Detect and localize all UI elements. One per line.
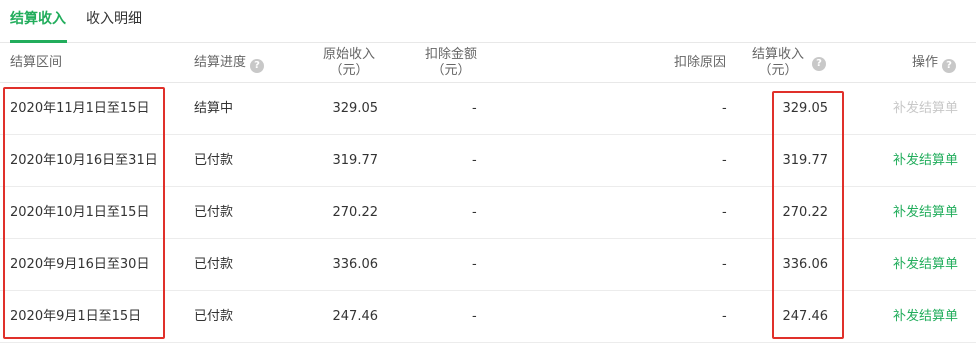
cell-settled-income: 336.06 (782, 257, 829, 272)
cell-original-income: 336.06 (332, 257, 379, 272)
header-settled-income-unit: （元） (758, 63, 798, 78)
cell-original-income: 247.46 (332, 309, 379, 324)
reissue-statement-button[interactable]: 补发结算单 (893, 153, 958, 169)
question-circle-icon[interactable]: ? (812, 57, 826, 71)
header-original-income-label: 原始收入 (322, 47, 375, 62)
header-original-income-unit: （元） (329, 63, 369, 78)
cell-period: 2020年9月16日至30日 (10, 257, 150, 272)
reissue-statement-button[interactable]: 补发结算单 (893, 101, 958, 117)
cell-deduction-amount: - (472, 101, 477, 116)
table-row: 2020年9月16日至30日 已付款 336.06 - - 336.06 补发结… (0, 239, 976, 291)
cell-deduction-reason: - (722, 205, 727, 220)
cell-settled-income: 329.05 (782, 101, 829, 116)
cell-period: 2020年9月1日至15日 (10, 309, 142, 324)
cell-deduction-reason: - (722, 257, 727, 272)
cell-progress: 已付款 (194, 309, 234, 324)
cell-progress: 结算中 (194, 101, 234, 116)
cell-deduction-amount: - (472, 205, 477, 220)
reissue-statement-button[interactable]: 补发结算单 (893, 257, 958, 273)
header-deduction-amount: 扣除金额 （元） (420, 47, 482, 79)
cell-original-income: 329.05 (332, 101, 379, 116)
cell-original-income: 319.77 (332, 153, 379, 168)
header-deduction-amount-unit: （元） (431, 63, 471, 78)
cell-deduction-reason: - (722, 153, 727, 168)
table-row: 2020年10月1日至15日 已付款 270.22 - - 270.22 补发结… (0, 187, 976, 239)
cell-progress: 已付款 (194, 205, 234, 220)
table-row: 2020年11月1日至15日 结算中 329.05 - - 329.05 补发结… (0, 83, 976, 135)
table-header: 结算区间 结算进度? 原始收入 （元） 扣除金额 （元） 扣除原因 结算收入 （… (0, 43, 976, 83)
cell-deduction-amount: - (472, 257, 477, 272)
header-operation-label: 操作 (912, 55, 939, 70)
tab-income-details[interactable]: 收入明细 (86, 10, 142, 28)
header-settled-income-label: 结算收入 (751, 47, 804, 62)
cell-deduction-amount: - (472, 153, 477, 168)
cell-original-income: 270.22 (332, 205, 379, 220)
cell-progress: 已付款 (194, 153, 234, 168)
cell-period: 2020年11月1日至15日 (10, 101, 150, 116)
header-deduction-reason: 扣除原因 (674, 55, 727, 70)
reissue-statement-button[interactable]: 补发结算单 (893, 309, 958, 325)
reissue-statement-button[interactable]: 补发结算单 (893, 205, 958, 221)
cell-settled-income: 270.22 (782, 205, 829, 220)
header-period: 结算区间 (10, 55, 63, 70)
question-circle-icon[interactable]: ? (250, 59, 265, 73)
tab-bar: 结算收入 收入明细 (0, 0, 976, 43)
cell-deduction-amount: - (472, 309, 477, 324)
header-progress: 结算进度? (194, 55, 265, 73)
cell-period: 2020年10月1日至15日 (10, 205, 150, 220)
cell-deduction-reason: - (722, 101, 727, 116)
question-circle-icon[interactable]: ? (942, 59, 957, 73)
cell-settled-income: 247.46 (782, 309, 829, 324)
tab-settlement-income[interactable]: 结算收入 (10, 10, 66, 28)
table-row: 2020年10月16日至31日 已付款 319.77 - - 319.77 补发… (0, 135, 976, 187)
header-progress-label: 结算进度 (194, 55, 247, 70)
header-operation: 操作? (912, 55, 957, 73)
table-row: 2020年9月1日至15日 已付款 247.46 - - 247.46 补发结算… (0, 291, 976, 343)
cell-progress: 已付款 (194, 257, 234, 272)
header-original-income: 原始收入 （元） (318, 47, 380, 79)
cell-period: 2020年10月16日至31日 (10, 153, 158, 168)
header-deduction-amount-label: 扣除金额 (424, 47, 477, 62)
cell-settled-income: 319.77 (782, 153, 829, 168)
cell-deduction-reason: - (722, 309, 727, 324)
